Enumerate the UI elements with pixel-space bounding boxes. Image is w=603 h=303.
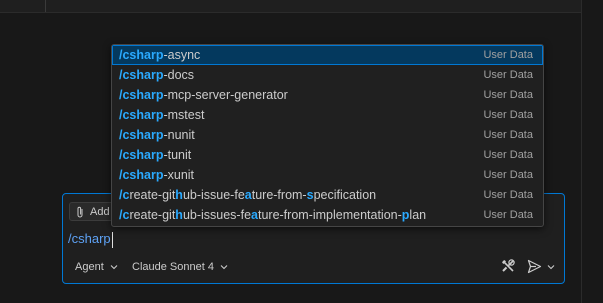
add-context-button[interactable]: Add [69, 202, 117, 221]
suggestion-label: /create-github-issues-feature-from-imple… [119, 208, 426, 222]
suggestion-label: /csharp-async [119, 48, 200, 62]
suggestion-source-tag: User Data [483, 129, 533, 141]
match-highlight: h [175, 208, 183, 222]
chat-input-value: /csharp [68, 231, 111, 246]
label-text: -async [163, 48, 201, 62]
chevron-down-icon[interactable] [547, 264, 555, 270]
suggestion-label: /csharp-xunit [119, 168, 194, 182]
match-highlight: /c [119, 188, 130, 202]
suggestion-label: /csharp-mcp-server-generator [119, 88, 288, 102]
send-icon[interactable] [527, 259, 542, 274]
mode-picker-label: Agent [75, 261, 104, 273]
suggestion-source-tag: User Data [483, 89, 533, 101]
mode-picker[interactable]: Agent [75, 260, 118, 274]
suggestion-item[interactable]: /create-github-issues-feature-from-imple… [112, 205, 543, 225]
match-highlight: a [244, 188, 252, 202]
label-text: reate-git [129, 208, 176, 222]
chat-input-field[interactable]: /csharp [68, 230, 113, 248]
suggestion-source-tag: User Data [483, 169, 533, 181]
match-highlight: /csharp [119, 168, 164, 182]
suggestion-item[interactable]: /csharp-nunit User Data [112, 125, 543, 145]
label-text: -mcp-server-generator [163, 88, 288, 102]
suggestion-label: /csharp-mstest [119, 108, 204, 122]
suggestion-item[interactable]: /create-github-issue-feature-from-specif… [112, 185, 543, 205]
match-highlight: /c [119, 208, 130, 222]
suggestion-label: /create-github-issue-feature-from-specif… [119, 188, 376, 202]
label-text: -mstest [163, 108, 205, 122]
label-text: reate-git [129, 188, 176, 202]
label-text: -nunit [163, 128, 195, 142]
model-picker-label: Claude Sonnet 4 [132, 261, 214, 273]
suggestion-label: /csharp-nunit [119, 128, 195, 142]
suggestion-source-tag: User Data [483, 49, 533, 61]
pane-divider-right[interactable] [581, 0, 582, 303]
model-picker[interactable]: Claude Sonnet 4 [132, 260, 228, 274]
match-highlight: a [251, 208, 258, 222]
suggestion-item[interactable]: /csharp-xunit User Data [112, 165, 543, 185]
match-highlight: /csharp [119, 108, 164, 122]
suggestion-item[interactable]: /csharp-mstest User Data [112, 105, 543, 125]
slash-command-suggestions: /csharp-async User Data/csharp-docs User D… [111, 44, 544, 227]
paperclip-icon [77, 206, 83, 218]
label-text: ub-issue-fe [182, 188, 245, 202]
suggestion-source-tag: User Data [483, 189, 533, 201]
suggestion-source-tag: User Data [483, 149, 533, 161]
match-highlight: /csharp [119, 88, 164, 102]
suggestion-item[interactable]: /csharp-tunit User Data [112, 145, 543, 165]
text-cursor [111, 231, 113, 248]
match-highlight: /csharp [119, 148, 164, 162]
match-highlight: /csharp [119, 48, 164, 62]
suggestion-source-tag: User Data [483, 69, 533, 81]
suggestion-item[interactable]: /csharp-mcp-server-generator User Data [112, 85, 543, 105]
add-context-label: Add [90, 206, 110, 218]
suggestion-item[interactable]: /csharp-async User Data [112, 45, 543, 65]
suggestion-label: /csharp-docs [119, 68, 194, 82]
match-highlight: /csharp [119, 128, 164, 142]
editor-pane-top [0, 0, 581, 13]
suggestion-source-tag: User Data [483, 109, 533, 121]
tools-icon[interactable] [500, 258, 516, 274]
label-text: ture-from-implementation- [257, 208, 402, 222]
chevron-down-icon [220, 265, 228, 270]
suggestion-source-tag: User Data [483, 209, 533, 221]
label-text: pecification [313, 188, 377, 202]
label-text: ture-from- [251, 188, 307, 202]
label-text: -xunit [163, 168, 195, 182]
chevron-down-icon [110, 265, 118, 270]
label-text: lan [409, 208, 427, 222]
match-highlight: /csharp [119, 68, 164, 82]
match-highlight: s [306, 188, 314, 202]
label-text: ub-issues-fe [182, 208, 252, 222]
suggestion-item[interactable]: /csharp-docs User Data [112, 65, 543, 85]
pane-divider-left [45, 0, 46, 12]
match-highlight: h [175, 188, 183, 202]
suggestion-label: /csharp-tunit [119, 148, 191, 162]
label-text: -tunit [163, 148, 192, 162]
label-text: -docs [163, 68, 195, 82]
